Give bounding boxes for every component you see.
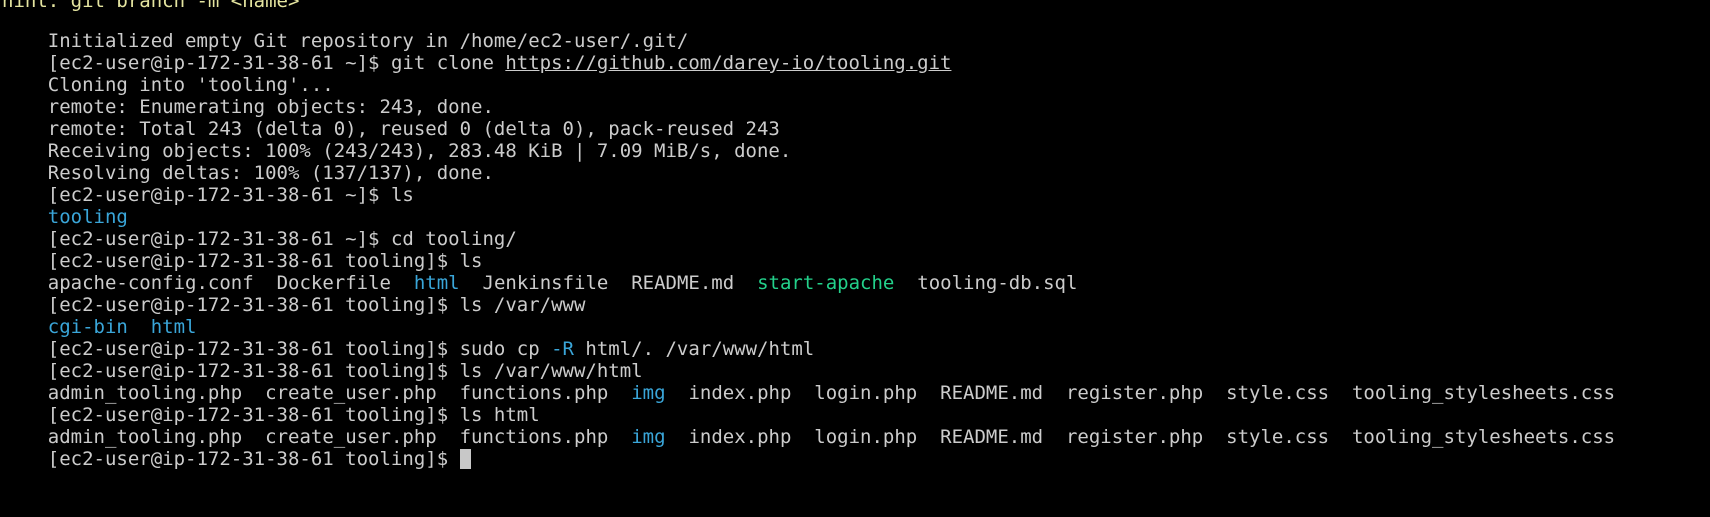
ls-output-line: tooling bbox=[2, 181, 128, 228]
command-line: [ec2-user@ip-172-31-38-61 tooling]$ sudo… bbox=[2, 313, 814, 360]
file-entry: tooling-db.sql bbox=[917, 272, 1078, 294]
executable-entry: start-apache bbox=[757, 272, 895, 294]
output-line: Resolving deltas: 100% (137/137), done. bbox=[2, 137, 494, 184]
directory-entry: img bbox=[631, 426, 666, 448]
output-line: remote: Total 243 (delta 0), reused 0 (d… bbox=[2, 93, 780, 140]
command-line: [ec2-user@ip-172-31-38-61 ~]$ cd tooling… bbox=[2, 203, 517, 250]
command-line: [ec2-user@ip-172-31-38-61 tooling]$ ls bbox=[2, 225, 483, 272]
file-entry: login.php bbox=[814, 426, 918, 448]
file-entry: register.php bbox=[1065, 426, 1204, 448]
command-line: [ec2-user@ip-172-31-38-61 tooling]$ ls /… bbox=[2, 335, 643, 382]
command-line: [ec2-user@ip-172-31-38-61 tooling]$ ls h… bbox=[2, 379, 540, 426]
file-entry: tooling_stylesheets.css bbox=[1351, 426, 1616, 448]
file-entry: index.php bbox=[688, 426, 792, 448]
file-entry: style.css bbox=[1226, 426, 1330, 448]
command-line: [ec2-user@ip-172-31-38-61 tooling]$ ls /… bbox=[2, 269, 586, 316]
text-cursor[interactable] bbox=[459, 449, 471, 469]
ls-output-line: admin_tooling.php create_user.php functi… bbox=[2, 357, 1615, 404]
ls-output-line: apache-config.conf Dockerfile html Jenki… bbox=[2, 247, 1078, 294]
file-entry: functions.php bbox=[459, 426, 609, 448]
command-line-active[interactable]: [ec2-user@ip-172-31-38-61 tooling]$ bbox=[2, 423, 471, 470]
output-line: Receiving objects: 100% (243/243), 283.4… bbox=[2, 115, 792, 162]
ls-output-line: admin_tooling.php create_user.php functi… bbox=[2, 401, 1615, 448]
repo-url-link[interactable]: https://github.com/darey-io/tooling.git bbox=[505, 52, 951, 74]
file-entry: README.md bbox=[631, 272, 735, 294]
file-entry: README.md bbox=[940, 426, 1044, 448]
output-line: Cloning into 'tooling'... bbox=[2, 49, 334, 96]
output-line: Initialized empty Git repository in /hom… bbox=[2, 5, 689, 52]
terminal-window[interactable]: hint: git branch -m <name> Initialized e… bbox=[0, 0, 1710, 517]
ls-output-line: cgi-bin html bbox=[2, 291, 197, 338]
shell-prompt: [ec2-user@ip-172-31-38-61 tooling]$ bbox=[47, 448, 460, 470]
command-line: [ec2-user@ip-172-31-38-61 ~]$ ls bbox=[2, 159, 414, 206]
command-line: [ec2-user@ip-172-31-38-61 ~]$ git clone … bbox=[2, 27, 952, 74]
output-line: remote: Enumerating objects: 243, done. bbox=[2, 71, 494, 118]
